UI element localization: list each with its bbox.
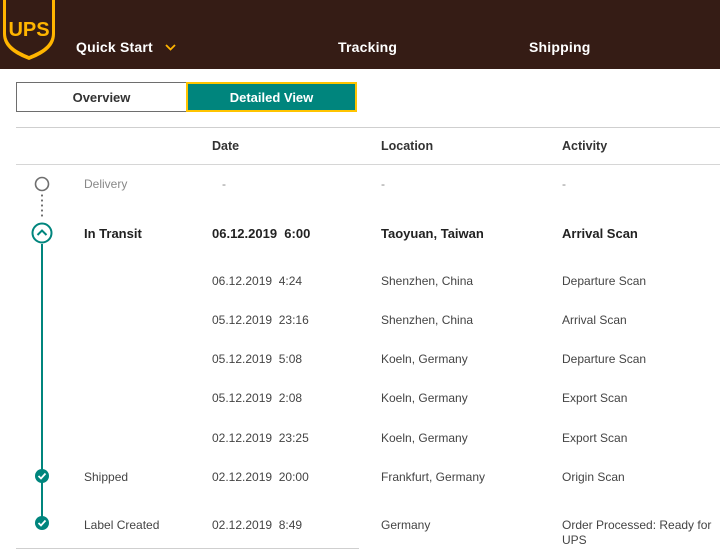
row-date: 02.12.2019 20:00 [212,470,309,484]
top-nav-bar: UPS Quick Start Tracking Shipping [0,0,720,69]
overview-tab[interactable]: Overview [16,82,187,112]
row-activity: Order Processed: Ready for UPS [562,518,712,547]
row-location: Koeln, Germany [381,352,468,366]
row-activity: Export Scan [562,391,628,405]
collapse-chevron-up-icon[interactable] [31,222,53,244]
row-location: - [381,177,385,191]
row-activity: Export Scan [562,431,628,445]
row-location: Frankfurt, Germany [381,470,486,484]
checkmark-circle-icon [35,516,49,530]
row-activity: Departure Scan [562,274,647,288]
row-activity: Departure Scan [562,352,647,366]
detailed-view-tab[interactable]: Detailed View [186,82,357,112]
row-activity: Arrival Scan [562,226,638,241]
row-location: Shenzhen, China [381,274,474,288]
pending-circle-icon [34,176,50,192]
column-header-location: Location [381,139,434,153]
logo-text: UPS [8,19,49,41]
timeline-dotted-connector [41,193,43,217]
table-header-divider [16,164,720,165]
row-location: Koeln, Germany [381,431,468,445]
nav-tracking[interactable]: Tracking [338,39,397,55]
status-label: In Transit [84,226,142,241]
nav-shipping[interactable]: Shipping [529,39,590,55]
column-header-date: Date [212,139,240,153]
row-activity: - [562,177,566,191]
row-date: 06.12.2019 4:24 [212,274,303,288]
row-activity: Origin Scan [562,470,625,484]
nav-quick-start[interactable]: Quick Start [76,39,176,55]
checkmark-circle-icon [35,469,49,483]
row-date: - [222,177,226,191]
row-date: 05.12.2019 2:08 [212,391,303,405]
row-location: Germany [381,518,431,532]
ups-logo[interactable]: UPS [0,0,58,60]
row-date: 05.12.2019 23:16 [212,313,309,327]
chevron-down-icon [165,44,176,51]
row-location: Taoyuan, Taiwan [381,226,484,241]
row-location: Shenzhen, China [381,313,474,327]
timeline-line [41,244,43,476]
status-label: Shipped [84,470,129,484]
status-label: Label Created [84,518,160,532]
row-date: 02.12.2019 23:25 [212,431,309,445]
row-activity: Arrival Scan [562,313,627,327]
row-date: 02.12.2019 8:49 [212,518,303,532]
column-header-activity: Activity [562,139,608,153]
table-bottom-divider [16,548,359,549]
nav-quick-start-label: Quick Start [76,39,153,55]
row-location: Koeln, Germany [381,391,468,405]
status-label: Delivery [84,177,128,191]
row-date: 06.12.2019 6:00 [212,226,311,241]
table-top-divider [16,127,720,128]
row-date: 05.12.2019 5:08 [212,352,303,366]
